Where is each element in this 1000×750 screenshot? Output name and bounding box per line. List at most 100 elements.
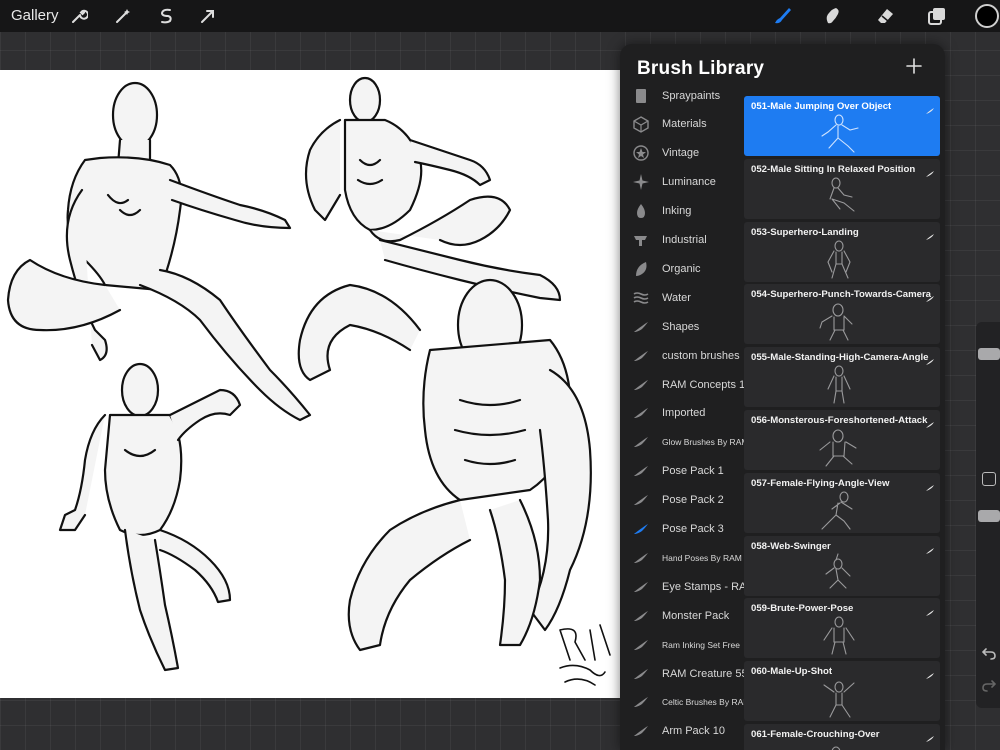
- brush-card[interactable]: 054-Superhero-Punch-Towards-Camera: [744, 284, 940, 345]
- brush-set-luminance[interactable]: Luminance: [620, 168, 745, 197]
- smudge-icon[interactable]: [820, 4, 844, 28]
- brush-set-spraypaints[interactable]: Spraypaints: [620, 86, 745, 110]
- figure-running-female: [58, 362, 242, 672]
- magic-wand-icon[interactable]: [111, 4, 135, 28]
- brush-set-label: Pose Pack 2: [662, 494, 724, 507]
- brush-set-pose-pack-2[interactable]: Pose Pack 2: [620, 486, 745, 515]
- redo-icon[interactable]: [982, 678, 997, 697]
- brush-name: 051-Male Jumping Over Object: [751, 101, 892, 112]
- brush-set-label: Ram Inking Set Free: [662, 639, 740, 650]
- eraser-icon[interactable]: [873, 4, 897, 28]
- brush-stroke-icon: [925, 290, 935, 303]
- top-toolbar: Gallery: [0, 0, 1000, 32]
- brush-size-slider[interactable]: [978, 348, 1000, 360]
- brush-set-label: Glow Brushes By RAM: [662, 437, 745, 448]
- brush-set-label: Materials: [662, 118, 707, 131]
- figure-sitting-male: [304, 76, 562, 302]
- brush-card[interactable]: 060-Male-Up-Shot: [744, 661, 940, 722]
- brush-card[interactable]: 058-Web-Swinger: [744, 535, 940, 596]
- brush-thumbnail: [814, 112, 864, 154]
- brush-set-icon: [632, 404, 650, 422]
- selection-icon[interactable]: [154, 4, 178, 28]
- brush-set-materials[interactable]: Materials: [620, 110, 745, 139]
- brush-set-eye-stamps-ram[interactable]: Eye Stamps - RAM: [620, 572, 745, 601]
- brush-set-icon: [632, 693, 650, 711]
- brush-set-pose-pack-3[interactable]: Pose Pack 3: [620, 515, 745, 544]
- brush-card[interactable]: 055-Male-Standing-High-Camera-Angle: [744, 347, 940, 408]
- brush-set-label: Pose Pack 3: [662, 523, 724, 535]
- brush-set-icon: [632, 87, 650, 105]
- brush-set-label: Industrial: [662, 234, 707, 246]
- brush-set-label: Imported: [662, 407, 706, 420]
- brush-stroke-icon: [925, 730, 935, 742]
- brush-card[interactable]: 052-Male Sitting In Relaxed Position: [744, 158, 940, 219]
- layers-icon[interactable]: [925, 4, 949, 28]
- figure-crouching-female: [6, 81, 312, 422]
- brush-set-inking[interactable]: Inking: [620, 197, 745, 226]
- wrench-icon[interactable]: [67, 4, 91, 28]
- brush-set-vintage[interactable]: Vintage: [620, 139, 745, 168]
- brush-name: 052-Male Sitting In Relaxed Position: [751, 163, 916, 175]
- undo-icon[interactable]: [981, 646, 996, 665]
- brush-set-imported[interactable]: Imported: [620, 399, 745, 428]
- brush-set-icon: [632, 722, 650, 740]
- brush-set-icon: [632, 433, 650, 451]
- brush-set-label: Vintage: [662, 147, 700, 160]
- brush-stroke-icon: [925, 353, 935, 366]
- brush-set-label: RAM Concepts 1: [662, 378, 745, 391]
- brush-set-water[interactable]: Water: [620, 283, 745, 312]
- plus-icon[interactable]: [904, 56, 928, 80]
- transform-arrow-icon[interactable]: [196, 4, 220, 28]
- brush-stroke-icon: [925, 228, 935, 240]
- brush-stroke-icon: [925, 165, 935, 177]
- brush-thumbnail: [814, 426, 864, 468]
- brush-card[interactable]: 059-Brute-Power-Pose: [744, 598, 940, 659]
- brush-set-icon: [632, 115, 650, 134]
- brush-set-label: Arm Pack 10: [662, 725, 725, 738]
- brush-library-panel: Brush Library Spraypaints Materials Vintag…: [620, 44, 945, 750]
- brush-thumbnail: [814, 238, 864, 280]
- brush-sets-list[interactable]: Spraypaints Materials Vintage Luminance Inki…: [620, 86, 745, 750]
- brush-set-ram-inking-set-free[interactable]: Ram Inking Set Free: [620, 630, 745, 659]
- brush-set-glow-brushes-by-ram[interactable]: Glow Brushes By RAM: [620, 428, 745, 457]
- brush-set-icon: [632, 636, 650, 654]
- brush-name: 057-Female-Flying-Angle-View: [751, 477, 890, 489]
- brush-set-industrial[interactable]: Industrial: [620, 226, 745, 255]
- signature-mark: [559, 624, 611, 686]
- brush-card[interactable]: 057-Female-Flying-Angle-View: [744, 472, 940, 533]
- brush-set-icon: [632, 607, 650, 625]
- brush-set-shapes[interactable]: Shapes: [620, 312, 745, 341]
- brush-set-arm-pack-10[interactable]: Arm Pack 10: [620, 717, 745, 746]
- brush-thumbnail: [814, 300, 864, 342]
- brush-set-ram-creature-55[interactable]: RAM Creature 55: [620, 659, 745, 688]
- brush-set-hand-poses-by-ram[interactable]: Hand Poses By RAM: [620, 543, 745, 572]
- brush-stroke-icon: [925, 479, 935, 491]
- brush-set-ram-concepts-1[interactable]: RAM Concepts 1: [620, 370, 745, 399]
- brush-set-label: Shapes: [662, 320, 700, 333]
- brush-set-celtic-brushes-by-ram[interactable]: Celtic Brushes By RAM: [620, 688, 745, 717]
- brush-card[interactable]: 053-Superhero-Landing: [744, 221, 940, 282]
- brush-set-icon: [632, 289, 650, 307]
- opacity-slider[interactable]: [978, 510, 1000, 522]
- brush-stroke-icon: [925, 667, 935, 680]
- brushes-list[interactable]: 051-Male Jumping Over Object 052-Male Sit…: [744, 96, 940, 750]
- brush-set-label: Luminance: [662, 176, 716, 189]
- brush-set-icon: [632, 549, 650, 567]
- modify-button[interactable]: [982, 472, 996, 486]
- brush-icon[interactable]: [770, 4, 794, 28]
- brush-card[interactable]: 051-Male Jumping Over Object: [744, 96, 940, 156]
- artboard[interactable]: [0, 70, 640, 698]
- brush-set-custom-brushes[interactable]: custom brushes: [620, 341, 745, 370]
- brush-stroke-icon: [925, 542, 935, 554]
- gallery-button[interactable]: Gallery: [11, 7, 59, 24]
- brush-set-pose-pack-1[interactable]: Pose Pack 1: [620, 457, 745, 486]
- brush-thumbnail: [814, 489, 864, 531]
- brush-name: 061-Female-Crouching-Over: [751, 729, 880, 740]
- brush-stroke-icon: [925, 102, 935, 114]
- pose-drawings: [6, 76, 611, 686]
- color-swatch[interactable]: [975, 4, 999, 28]
- brush-set-monster-pack[interactable]: Monster Pack: [620, 601, 745, 630]
- brush-card[interactable]: 061-Female-Crouching-Over: [744, 724, 940, 750]
- brush-card[interactable]: 056-Monsterous-Foreshortened-Attack: [744, 410, 940, 470]
- brush-set-organic[interactable]: Organic: [620, 254, 745, 283]
